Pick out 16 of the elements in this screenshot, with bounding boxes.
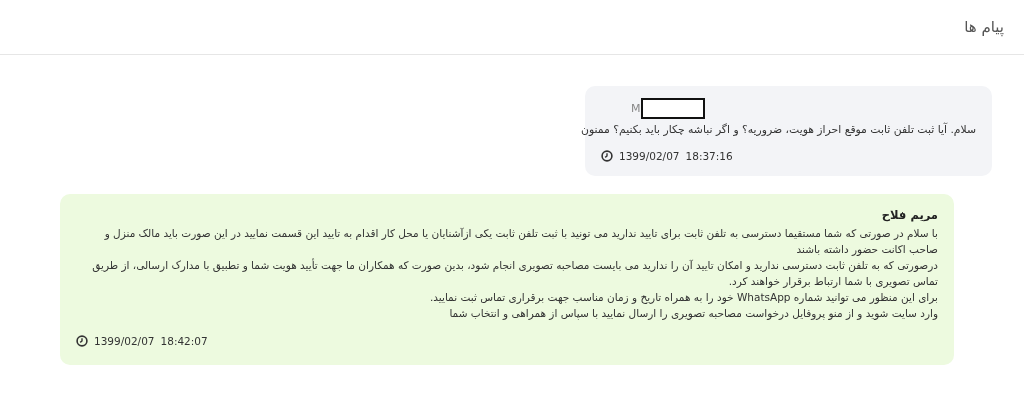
sender-name: مریم فلاح bbox=[881, 208, 938, 222]
message-text: تماس تصویری با شما ارتباط برقرار خواهند کرد. bbox=[728, 274, 938, 289]
message-text: با سلام در صورتی که شما مستقیما دسترسی به تلفن ثابت برای تایید ندارید می تونید با ثبت تلفن ثابت یکی ازآشنایان یا محل کار اقدام به تایید این قسمت نمایید در این صورت باید مالک منزل و bbox=[104, 226, 938, 241]
clock-icon bbox=[601, 150, 613, 162]
message-text: صاحب اکانت حضور داشته باشند bbox=[796, 242, 938, 257]
message-text: سلام. آیا ثبت تلفن ثابت موقع احراز هویت، ضروریه؟ و اگر نباشه چکار باید بکنیم؟ ممنون bbox=[581, 122, 976, 138]
message-time: 18:42:07 bbox=[160, 335, 208, 347]
page-title: پیام ها bbox=[964, 18, 1004, 36]
clock-icon bbox=[76, 335, 88, 347]
message-text: وارد سایت شوید و از منو پروفایل درخواست مصاحبه تصویری را ارسال نمایید با سپاس از همراهی و انتخاب شما bbox=[449, 306, 938, 321]
sender-name: M bbox=[631, 102, 641, 115]
message-time: 18:37:16 bbox=[685, 150, 733, 162]
message-date: 1399/02/07 bbox=[94, 335, 155, 347]
message-text: درصورتی که به تلفن ثابت دسترسی ندارید و امکان تایید آن را ندارید می بایست مصاحبه تصویری انجام شود، بدین صورت که همکاران ما جهت تأیید هویت شما و تطبیق با مدارک ارسالی، از طریق bbox=[92, 257, 938, 273]
message-text: برای این منظور می توانید شماره WhatsApp خود را به همراه تاریخ و زمان مناسب جهت برقراری تماس ثبت نمایید. bbox=[430, 290, 938, 305]
message-date: 1399/02/07 bbox=[619, 150, 680, 162]
